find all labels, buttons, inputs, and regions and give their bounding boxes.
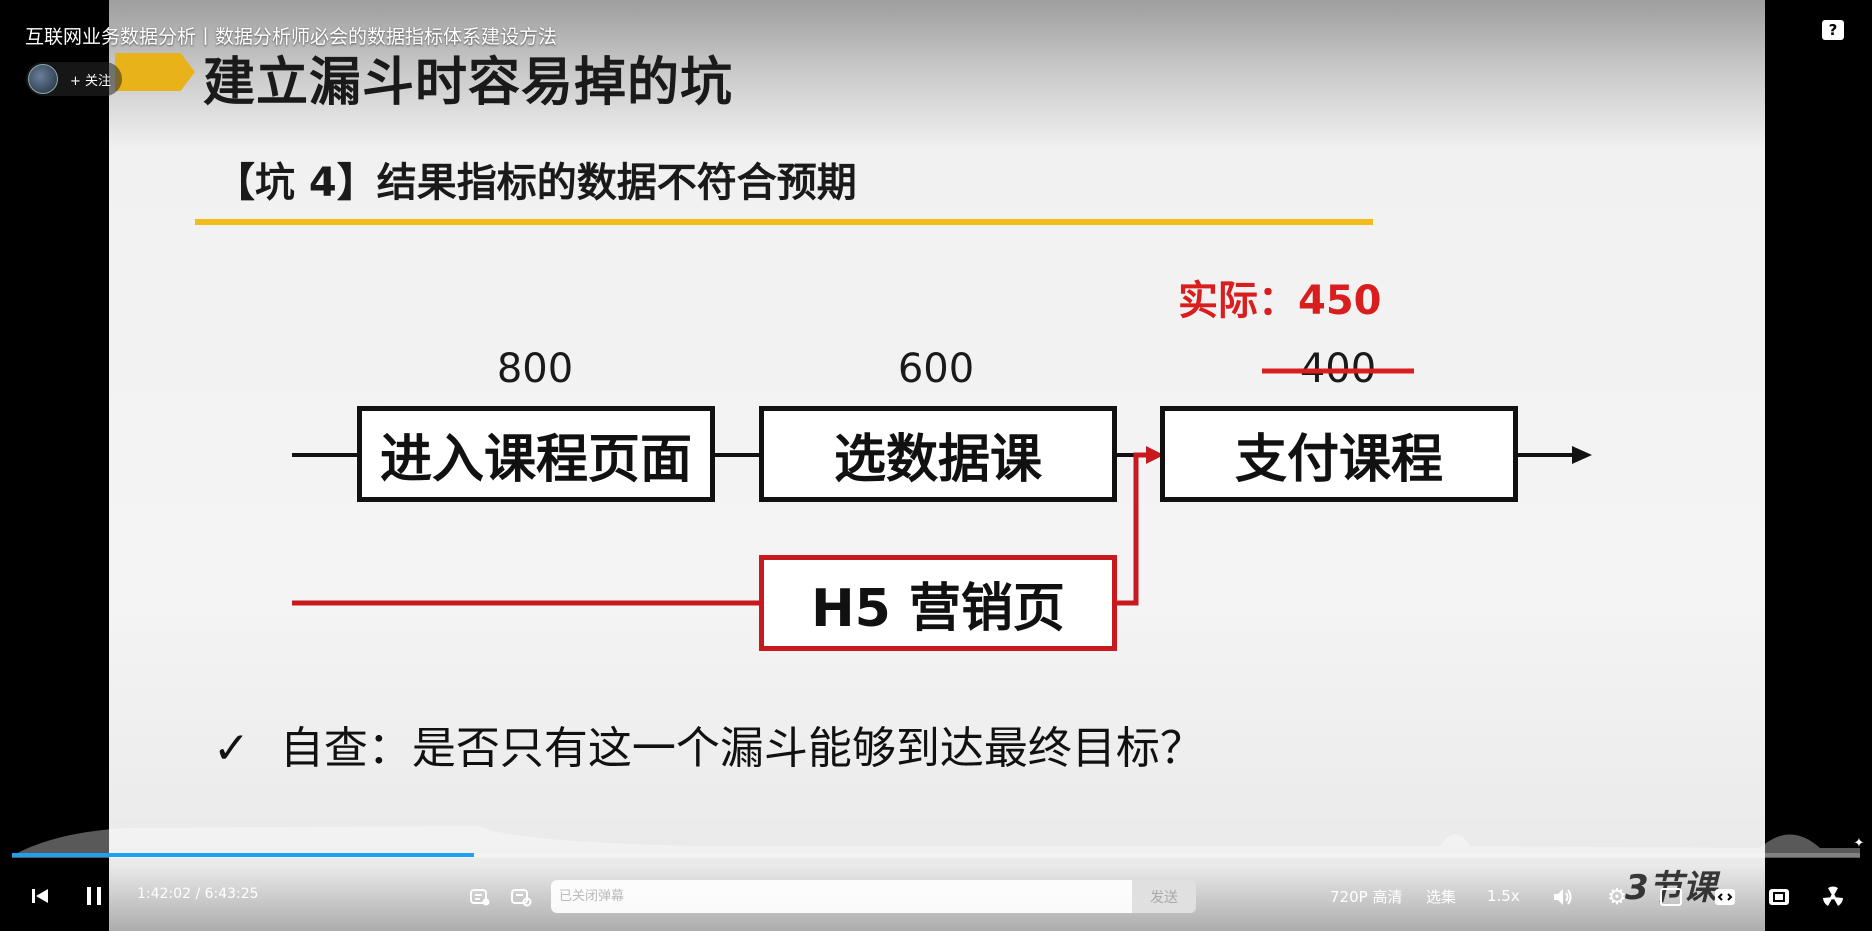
funnel-step-2: 选数据课	[759, 406, 1117, 502]
self-check-text: 自查：是否只有这一个漏斗能够到达最终目标？	[279, 723, 1204, 774]
pin-icon[interactable]: ✦	[1850, 834, 1868, 852]
avatar[interactable]	[28, 64, 58, 94]
current-time: 1:42:02	[137, 886, 191, 902]
channel-follow-pill[interactable]: + 关注	[26, 62, 122, 96]
side-entry-box: H5 营销页	[759, 555, 1117, 651]
web-fullscreen-icon[interactable]	[1712, 884, 1738, 910]
volume-icon[interactable]	[1550, 884, 1576, 910]
danmaku-input[interactable]	[551, 880, 1132, 913]
video-title: 互联网业务数据分析丨数据分析师必会的数据指标体系建设方法	[25, 26, 558, 48]
episodes-button[interactable]: 选集	[1426, 884, 1456, 908]
video-player[interactable]: 建立漏斗时容易掉的坑 【坑 4】结果指标的数据不符合预期 实际：450 800 …	[0, 0, 1872, 931]
progress-fill	[12, 853, 474, 857]
pause-icon[interactable]	[82, 883, 106, 909]
progress-bar[interactable]	[12, 853, 1860, 857]
check-icon: ✓	[213, 723, 250, 774]
self-check-note: ✓ 自查：是否只有这一个漏斗能够到达最终目标？	[213, 712, 1204, 776]
fullscreen-icon[interactable]	[1766, 884, 1792, 910]
speed-button[interactable]: 1.5x	[1487, 884, 1520, 908]
picture-in-picture-icon[interactable]	[1658, 884, 1684, 910]
funnel-step-3: 支付课程	[1160, 406, 1518, 502]
danmaku-input-box[interactable]: 发送	[551, 880, 1196, 913]
radiation-mode-icon[interactable]	[1820, 884, 1846, 910]
time-separator: /	[195, 886, 201, 902]
help-icon[interactable]: ?	[1822, 20, 1844, 40]
follow-button[interactable]: + 关注	[70, 70, 111, 89]
danmaku-toggle-icon[interactable]	[467, 884, 493, 910]
danmaku-settings-icon[interactable]	[508, 884, 534, 910]
send-button[interactable]: 发送	[1132, 880, 1196, 913]
duration: 6:43:25	[204, 886, 259, 902]
side-entry-line	[1114, 452, 1150, 606]
funnel-arrowhead	[1572, 446, 1592, 464]
quality-button[interactable]: 720P 高清	[1330, 884, 1402, 908]
time-display: 1:42:02 / 6:43:25	[137, 886, 259, 902]
previous-icon[interactable]	[28, 883, 52, 909]
funnel-step-1: 进入课程页面	[357, 406, 715, 502]
